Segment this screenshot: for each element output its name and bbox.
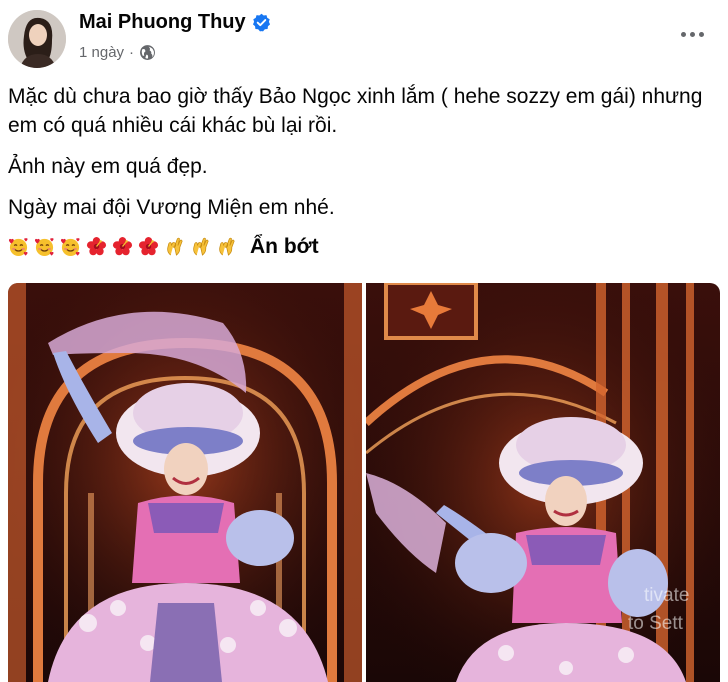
hibiscus-icon [138,236,159,256]
post-time[interactable]: 1 ngày [79,44,124,61]
ok-hand-icon [167,237,183,256]
more-dot-icon [680,31,686,37]
meta-separator: · [129,44,135,61]
more-dot-icon [698,31,704,37]
ok-hand-icon [193,237,209,256]
author-name-text[interactable]: Mai Phuong Thuy [79,11,246,34]
author-name[interactable]: Mai Phuong Thuy [79,11,271,34]
post-photo-1[interactable] [8,283,362,682]
smiling-face-with-hearts-icon [34,238,54,257]
hibiscus-icon [86,236,107,256]
post-paragraph: Mặc dù chưa bao giờ thấy Bảo Ngọc xinh l… [8,85,703,137]
post-meta: 1 ngày · [79,44,156,61]
verified-badge-icon [252,13,270,32]
pageant-photo-image [8,283,362,682]
post-header: Mai Phuong Thuy 1 ngày · [0,0,728,80]
author-avatar[interactable] [8,10,66,68]
activate-windows-watermark: to Sett [628,613,683,634]
globe-icon[interactable] [139,44,156,61]
post-photo-2[interactable]: tivate to Sett [366,283,720,682]
post-text: Mặc dù chưa bao giờ thấy Bảo Ngọc xinh l… [8,82,718,261]
post-paragraph: Ảnh này em quá đẹp. [8,155,208,178]
more-options-button[interactable] [676,20,708,48]
smiling-face-with-hearts-icon [8,238,28,257]
more-dot-icon [689,31,695,37]
post-paragraph: Ngày mai đội Vương Miện em nhé. [8,196,335,219]
ok-hand-icon [219,237,235,256]
smiling-face-with-hearts-icon [60,238,80,257]
activate-windows-watermark: tivate [644,585,690,606]
photo-grid: tivate to Sett [8,283,720,682]
emoji-row: Ẩn bớt [8,232,718,261]
hibiscus-icon [112,236,133,256]
see-less-link[interactable]: Ẩn bớt [250,232,319,261]
